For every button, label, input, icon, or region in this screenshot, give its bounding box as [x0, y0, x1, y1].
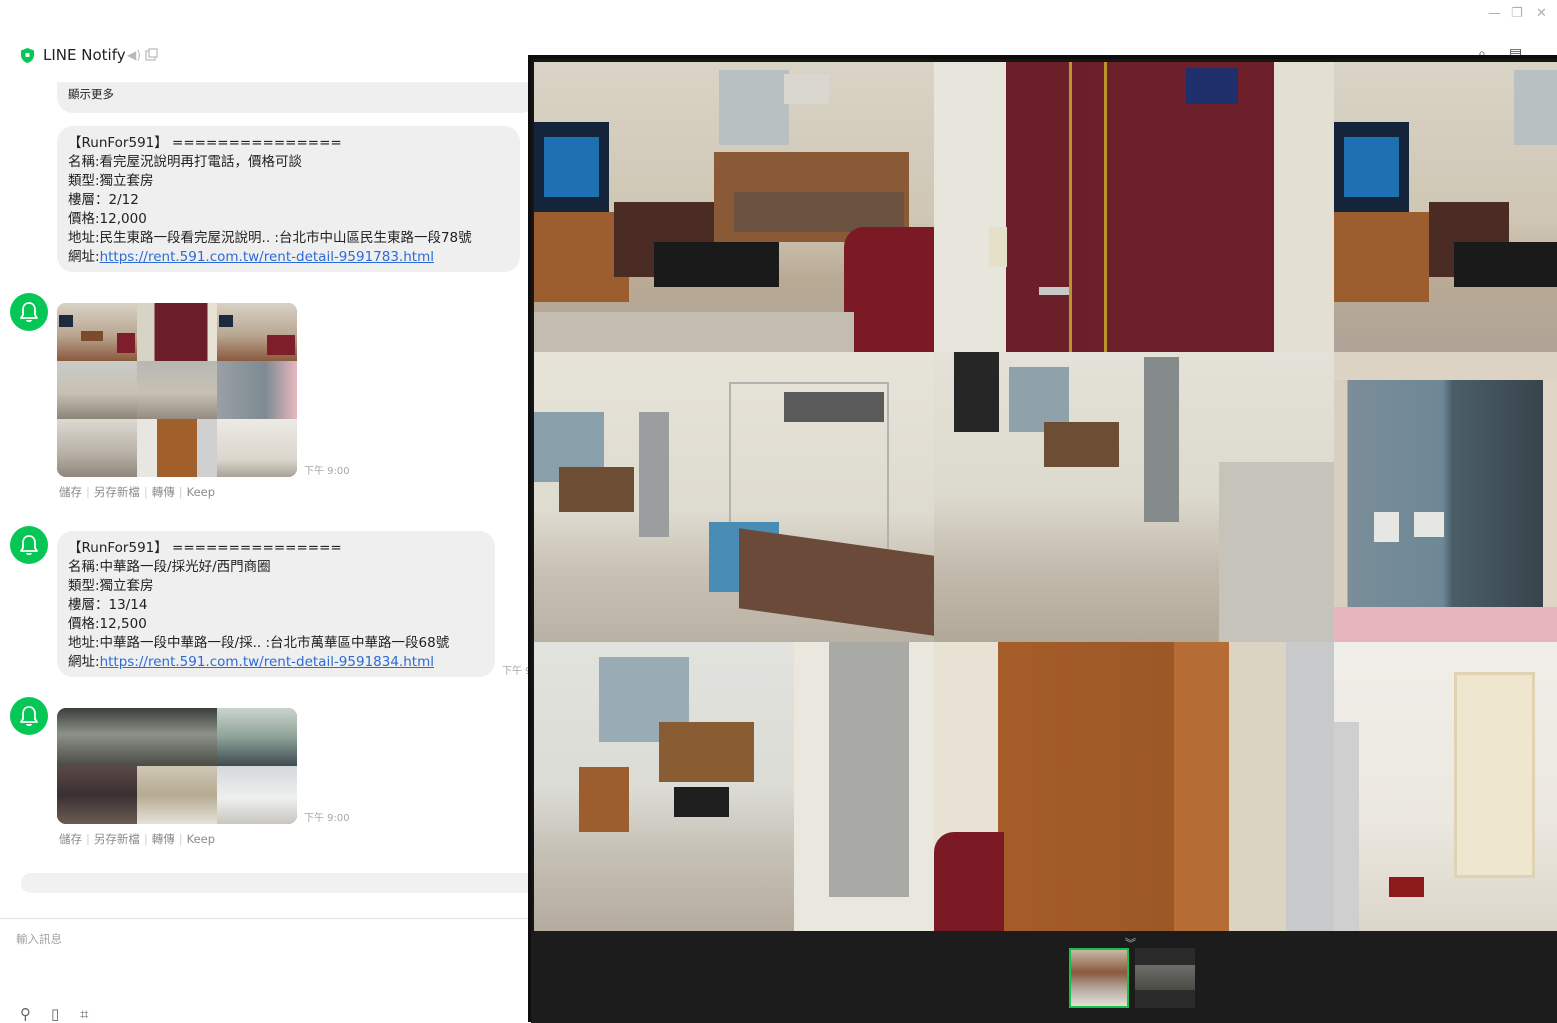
listing-url-label: 網址: — [68, 249, 100, 265]
forward-button[interactable]: 轉傳 — [152, 832, 175, 846]
listing-url-link[interactable]: https://rent.591.com.tw/rent-detail-9591… — [100, 249, 434, 265]
save-button[interactable]: 儲存 — [59, 832, 82, 846]
avatar[interactable] — [10, 293, 48, 331]
speaker-mute-icon[interactable]: ◀) — [127, 48, 141, 62]
listing-message-2: 【RunFor591】 =============== 名稱:中華路一段/採光好… — [57, 531, 495, 677]
listing-address: 地址:民生東路一段看完屋況說明.. :台北市中山區民生東路一段78號 — [68, 230, 472, 246]
photo-thumb — [137, 361, 217, 419]
show-more-link[interactable]: 顯示更多 — [68, 87, 114, 101]
forward-button[interactable]: 轉傳 — [152, 485, 175, 499]
chat-title: LINE Notify — [43, 46, 126, 64]
listing-url-label: 網址: — [68, 654, 100, 670]
listing-price: 價格:12,500 — [68, 616, 147, 632]
room-photo — [534, 642, 934, 932]
photo-collage-1[interactable] — [57, 303, 297, 477]
listing-address: 地址:中華路一段中華路一段/採.. :台北市萬華區中華路一段68號 — [68, 635, 450, 651]
listing-name: 名稱:中華路一段/採光好/西門商圈 — [68, 559, 271, 575]
photo-thumb — [137, 708, 217, 766]
message-time: 下午 9:00 — [304, 466, 350, 477]
listing-header: 【RunFor591】 =============== — [68, 135, 342, 151]
paperclip-icon[interactable]: ⚲ — [20, 1005, 31, 1023]
message-input[interactable]: 輸入訊息 — [16, 931, 62, 947]
listing-type: 類型:獨立套房 — [68, 578, 154, 594]
listing-floor: 樓層：2/12 — [68, 192, 139, 208]
file-icon[interactable]: ▯ — [51, 1005, 59, 1023]
minimize-button[interactable]: — — [1488, 6, 1501, 21]
room-photo — [1334, 62, 1557, 352]
listing-type: 類型:獨立套房 — [68, 173, 154, 189]
thumbnail[interactable] — [1135, 948, 1195, 1008]
photo-thumb — [57, 361, 137, 419]
listing-price: 價格:12,000 — [68, 211, 147, 227]
avatar[interactable] — [10, 697, 48, 735]
listing-header: 【RunFor591】 =============== — [68, 540, 342, 556]
photo-thumb — [137, 303, 217, 361]
listing-message-1: 【RunFor591】 =============== 名稱:看完屋況說明再打電… — [57, 126, 520, 272]
room-photo — [934, 352, 1334, 642]
photo-thumb — [137, 766, 217, 824]
door-photo — [934, 62, 1334, 352]
photo-thumb — [137, 419, 217, 477]
save-as-button[interactable]: 另存新檔 — [94, 485, 140, 499]
popout-window-icon[interactable] — [145, 48, 158, 61]
thumbnail-selected[interactable] — [1069, 948, 1129, 1008]
room-photo — [1334, 642, 1557, 932]
photo-thumb — [57, 766, 137, 824]
photo-thumb — [57, 419, 137, 477]
keep-button[interactable]: Keep — [187, 485, 215, 499]
line-notify-shield-icon — [21, 48, 34, 63]
message-time: 下午 9:00 — [304, 813, 350, 824]
room-photo — [534, 62, 934, 352]
screen-capture-icon[interactable]: ⌗ — [80, 1005, 88, 1023]
restore-button[interactable]: ❐ — [1511, 6, 1523, 21]
photo-thumb — [57, 708, 137, 766]
photo-thumb — [217, 303, 297, 361]
photo-thumb — [217, 766, 297, 824]
photo-thumb — [217, 419, 297, 477]
bell-icon — [20, 706, 38, 727]
photo-collage-2[interactable] — [57, 708, 297, 824]
photo-thumb — [217, 361, 297, 419]
room-photo — [534, 352, 934, 642]
photo-thumb — [217, 708, 297, 766]
bell-icon — [20, 535, 38, 556]
thumbnail-strip: ︾ — [531, 931, 1557, 1023]
show-more-bubble[interactable]: 顯示更多 — [57, 82, 537, 113]
listing-url-link[interactable]: https://rent.591.com.tw/rent-detail-9591… — [100, 654, 434, 670]
photo-actions-1: 儲存 | 另存新檔 | 轉傳 | Keep — [59, 485, 216, 499]
typing-placeholder-bar — [21, 873, 541, 893]
save-button[interactable]: 儲存 — [59, 485, 82, 499]
avatar[interactable] — [10, 526, 48, 564]
keep-button[interactable]: Keep — [187, 832, 215, 846]
photo-actions-2: 儲存 | 另存新檔 | 轉傳 | Keep — [59, 832, 216, 846]
close-button[interactable]: ✕ — [1536, 6, 1547, 21]
save-as-button[interactable]: 另存新檔 — [94, 832, 140, 846]
window-photo — [1334, 352, 1557, 642]
viewer-image[interactable] — [534, 62, 1557, 932]
image-viewer: ︾ — [528, 55, 1557, 1023]
bell-icon — [20, 302, 38, 323]
photo-thumb — [57, 303, 137, 361]
closet-photo — [934, 642, 1334, 932]
listing-floor: 樓層：13/14 — [68, 597, 148, 613]
listing-name: 名稱:看完屋況說明再打電話，價格可談 — [68, 154, 303, 170]
